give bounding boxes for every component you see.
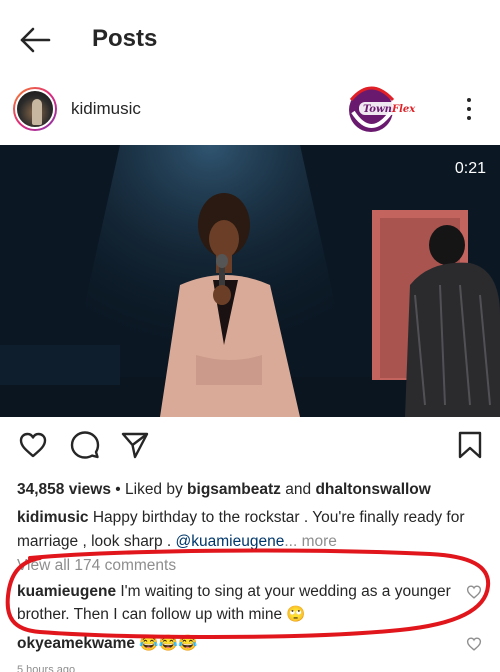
comment-item: kuamieugene I'm waiting to sing at your … [17, 580, 457, 626]
views-count[interactable]: 34,858 views [17, 481, 111, 498]
share-send-icon[interactable] [120, 430, 150, 460]
caption-more-link[interactable]: ... more [284, 533, 337, 550]
video-duration: 0:21 [454, 160, 486, 177]
comment-icon[interactable] [70, 430, 100, 460]
post-username[interactable]: kidimusic [71, 99, 141, 119]
save-bookmark-icon[interactable] [455, 430, 485, 460]
post-video[interactable] [0, 145, 500, 417]
back-arrow-icon[interactable] [18, 24, 52, 56]
views-line: 34,858 views • Liked by bigsambeatz and … [17, 481, 431, 499]
svg-text:Town: Town [363, 104, 392, 115]
view-all-comments-link[interactable]: View all 174 comments [17, 557, 176, 575]
comment-like-heart-icon[interactable] [466, 636, 482, 652]
comment-item: okyeamekwame 😂😂😂 [17, 632, 457, 655]
liked-by-other[interactable]: dhaltonswallow [315, 481, 430, 498]
more-options-icon[interactable] [462, 98, 476, 122]
comment-username[interactable]: kuamieugene [17, 583, 116, 600]
liked-by-prefix: • Liked by [115, 481, 183, 498]
avatar[interactable] [13, 87, 57, 131]
caption-username[interactable]: kidimusic [17, 509, 89, 526]
comment-username[interactable]: okyeamekwame [17, 635, 135, 652]
caption-mention[interactable]: @kuamieugene [176, 533, 285, 550]
page-title: Posts [92, 25, 158, 52]
post-caption: kidimusic Happy birthday to the rockstar… [17, 506, 487, 554]
comment-like-heart-icon[interactable] [466, 584, 482, 600]
post-timestamp: 5 hours ago [17, 664, 76, 672]
liked-by-user[interactable]: bigsambeatz [187, 481, 281, 498]
svg-text:Flex: Flex [391, 104, 416, 115]
like-heart-icon[interactable] [18, 430, 48, 460]
townflex-logo: Town Flex [345, 82, 425, 138]
comment-text: 😂😂😂 [139, 635, 198, 652]
top-bar [0, 0, 500, 80]
liked-by-and: and [285, 481, 312, 498]
